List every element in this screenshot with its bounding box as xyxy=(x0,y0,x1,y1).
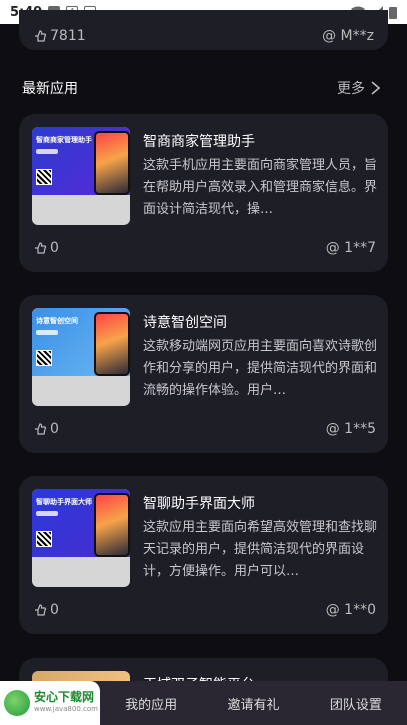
chevron-right-icon xyxy=(371,81,380,95)
author-label: @ 1**7 xyxy=(325,240,376,256)
like-count[interactable]: 0 xyxy=(33,602,59,618)
app-description: 这款手机应用主要面向商家管理人员，旨在帮助用户高效录入和管理商家信息。界面设计简… xyxy=(143,158,378,217)
qr-code-icon xyxy=(36,350,52,366)
app-description: 这款移动端网页应用主要面向喜欢诗歌创作和分享的用户，提供简洁现代的界面和流畅的操… xyxy=(143,339,378,398)
app-title: 诗意智创空间 xyxy=(143,315,227,331)
phone-mockup xyxy=(94,312,130,376)
app-thumbnail: 智商商家管理助手 xyxy=(32,127,130,225)
section-title: 最新应用 xyxy=(22,81,78,97)
battery-icon xyxy=(389,6,397,19)
app-thumbnail: 诗意智创空间 xyxy=(32,308,130,406)
like-count[interactable]: 7811 xyxy=(33,28,86,44)
like-icon xyxy=(35,423,47,435)
like-icon xyxy=(35,242,47,254)
app-thumbnail: 智聊助手界面大师 xyxy=(32,489,130,587)
qr-code-icon xyxy=(36,169,52,185)
like-count[interactable]: 0 xyxy=(33,240,59,256)
like-icon xyxy=(35,604,47,616)
tab-invite[interactable]: 邀请有礼 xyxy=(202,694,304,713)
qr-code-icon xyxy=(36,531,52,547)
tab-team-settings[interactable]: 团队设置 xyxy=(305,694,407,713)
phone-mockup xyxy=(94,131,130,195)
bottom-tab-bar: 安心下载网 www.java800.com 我的应用 邀请有礼 团队设置 xyxy=(0,681,407,725)
app-card[interactable]: 智商商家管理助手 智商商家管理助手 这款手机应用主要面向商家管理人员，旨在帮助用… xyxy=(19,114,388,272)
like-icon xyxy=(35,29,46,42)
author-label: @ 1**5 xyxy=(325,421,376,437)
app-title: 智商商家管理助手 xyxy=(143,134,255,150)
author-label: @ M**z xyxy=(322,28,374,44)
app-title: 智聊助手界面大师 xyxy=(143,496,255,512)
app-description: 这款应用主要面向希望高效管理和查找聊天记录的用户，提供简洁现代的界面设计，方便操… xyxy=(143,520,378,579)
watermark-logo: 安心下载网 www.java800.com xyxy=(0,681,100,725)
phone-mockup xyxy=(94,493,130,557)
app-card[interactable]: 智聊助手界面大师 智聊助手界面大师 这款应用主要面向希望高效管理和查找聊天记录的… xyxy=(19,476,388,634)
tab-my-apps[interactable]: 我的应用 xyxy=(100,694,202,713)
author-label: @ 1**0 xyxy=(325,602,376,618)
like-count[interactable]: 0 xyxy=(33,421,59,437)
previous-app-card[interactable]: 7811 @ M**z xyxy=(19,10,388,50)
more-link[interactable]: 更多 xyxy=(337,78,380,98)
latest-apps-header: 最新应用 更多 xyxy=(22,78,380,98)
logo-mark-icon xyxy=(4,690,30,716)
app-card[interactable]: 诗意智创空间 诗意智创空间 这款移动端网页应用主要面向喜欢诗歌创作和分享的用户，… xyxy=(19,295,388,453)
